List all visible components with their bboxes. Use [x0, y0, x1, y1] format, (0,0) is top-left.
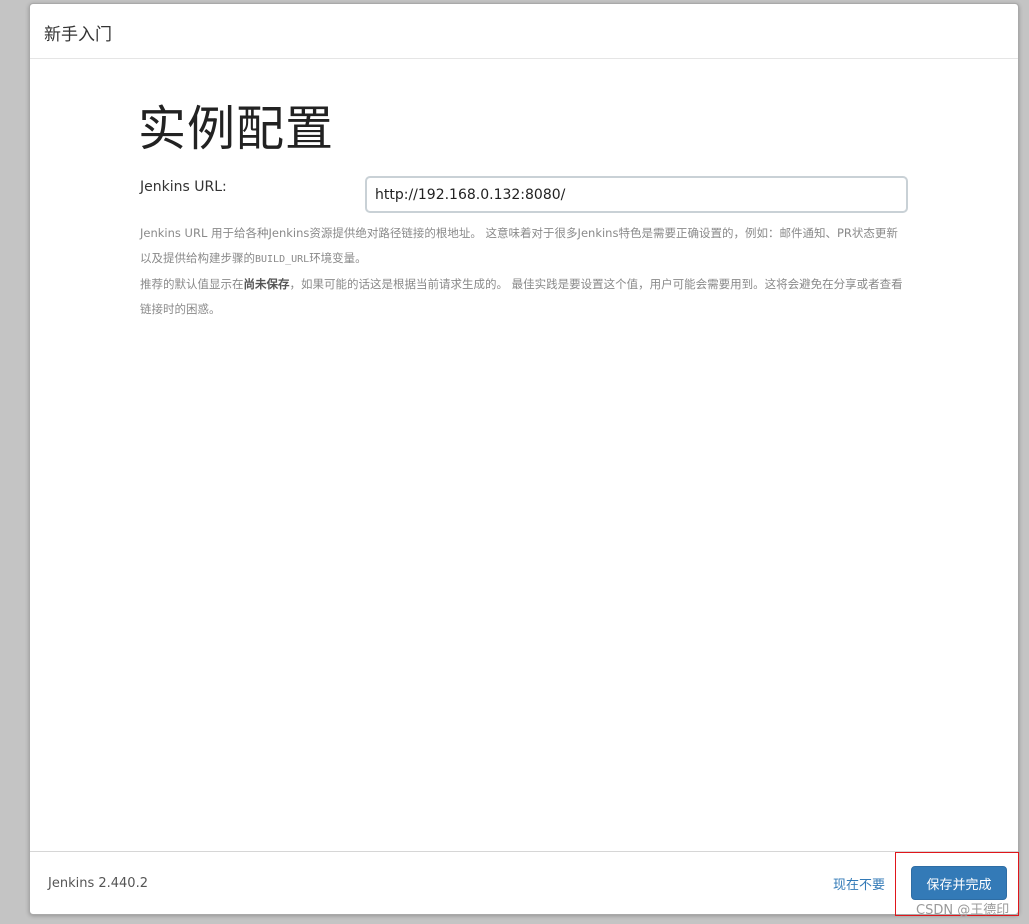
dialog-body: 实例配置 Jenkins URL: Jenkins URL 用于给各种Jenki…: [30, 59, 1018, 851]
dialog-title: 新手入门: [44, 25, 112, 45]
help-text: Jenkins URL 用于给各种Jenkins资源提供绝对路径链接的根地址。 …: [140, 221, 908, 322]
help-paragraph-2: 推荐的默认值显示在尚未保存，如果可能的话这是根据当前请求生成的。 最佳实践是要设…: [140, 277, 903, 316]
page-heading: 实例配置: [138, 101, 335, 157]
build-url-code: BUILD_URL: [255, 254, 310, 265]
dialog-footer: Jenkins 2.440.2 现在不要 保存并完成: [30, 851, 1018, 914]
dialog-header: 新手入门: [30, 4, 1018, 59]
not-saved-emphasis: 尚未保存: [243, 277, 290, 291]
skip-link[interactable]: 现在不要: [833, 874, 885, 893]
help-paragraph-1: Jenkins URL 用于给各种Jenkins资源提供绝对路径链接的根地址。 …: [140, 226, 898, 265]
setup-wizard-dialog: 新手入门 实例配置 Jenkins URL: Jenkins URL 用于给各种…: [29, 3, 1019, 915]
jenkins-url-label: Jenkins URL:: [140, 179, 227, 195]
save-and-finish-button[interactable]: 保存并完成: [911, 866, 1007, 900]
jenkins-version: Jenkins 2.440.2: [48, 876, 148, 891]
jenkins-url-input[interactable]: [365, 176, 908, 213]
